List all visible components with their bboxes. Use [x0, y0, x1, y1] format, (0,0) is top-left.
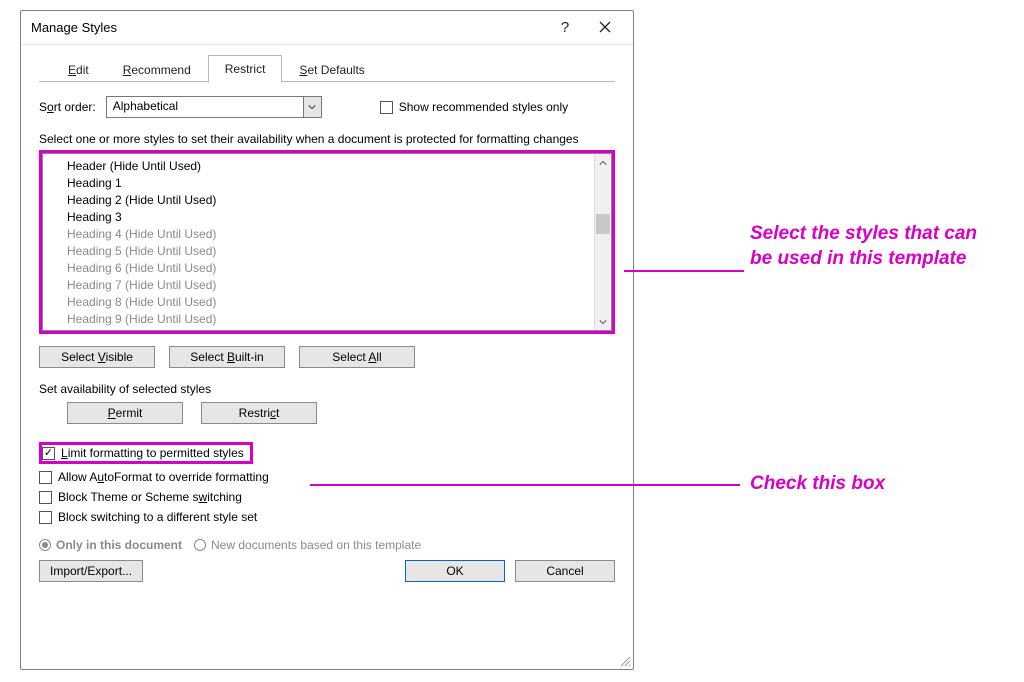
tab-strip: Edit Recommend Restrict Set Defaults — [21, 45, 633, 82]
permit-restrict-row: Permit Restrict — [39, 402, 615, 424]
protect-description: Select one or more styles to set their a… — [39, 132, 615, 146]
ok-button[interactable]: OK — [405, 560, 505, 582]
only-this-document-label: Only in this document — [56, 538, 182, 552]
checkbox-checked-icon — [42, 447, 55, 460]
checkbox-icon — [380, 101, 393, 114]
styles-listbox-highlight: Header (Hide Until Used)Heading 1Heading… — [39, 150, 615, 334]
restrict-button[interactable]: Restrict — [201, 402, 317, 424]
chevron-down-icon[interactable] — [303, 97, 321, 117]
style-item[interactable]: Heading 8 (Hide Until Used) — [67, 294, 611, 311]
block-styleset-checkbox[interactable]: Block switching to a different style set — [39, 510, 615, 524]
style-item[interactable]: Heading 2 (Hide Until Used) — [67, 192, 611, 209]
style-item[interactable]: Heading 7 (Hide Until Used) — [67, 277, 611, 294]
close-button[interactable] — [585, 16, 625, 40]
scrollbar[interactable] — [594, 154, 611, 330]
show-recommended-checkbox[interactable]: Show recommended styles only — [380, 100, 568, 114]
manage-styles-dialog: Manage Styles ? Edit Recommend Restrict … — [20, 10, 634, 670]
set-availability-label: Set availability of selected styles — [39, 382, 615, 396]
limit-formatting-label: Limit formatting to permitted styles — [61, 446, 244, 460]
resize-grip[interactable] — [617, 653, 631, 667]
scope-radio-group: Only in this document New documents base… — [39, 538, 615, 552]
checkbox-icon — [39, 491, 52, 504]
restriction-checkboxes: Limit formatting to permitted styles All… — [39, 442, 615, 524]
annotation-connector-1 — [624, 270, 744, 272]
new-documents-label: New documents based on this template — [211, 538, 421, 552]
only-this-document-radio[interactable]: Only in this document — [39, 538, 182, 552]
sort-order-value: Alphabetical — [107, 97, 303, 117]
style-item[interactable]: Header (Hide Until Used) — [67, 158, 611, 175]
styles-listbox[interactable]: Header (Hide Until Used)Heading 1Heading… — [42, 153, 612, 331]
sort-order-combo[interactable]: Alphabetical — [106, 96, 322, 118]
allow-autoformat-checkbox[interactable]: Allow AutoFormat to override formatting — [39, 470, 615, 484]
select-all-button[interactable]: Select All — [299, 346, 415, 368]
sort-row: Sort order: Alphabetical Show recommende… — [39, 96, 615, 118]
checkbox-icon — [39, 471, 52, 484]
block-theme-checkbox[interactable]: Block Theme or Scheme switching — [39, 490, 615, 504]
permit-button[interactable]: Permit — [67, 402, 183, 424]
annotation-connector-2 — [310, 484, 740, 486]
scroll-thumb[interactable] — [596, 214, 610, 234]
block-theme-label: Block Theme or Scheme switching — [58, 490, 242, 504]
new-documents-radio[interactable]: New documents based on this template — [194, 538, 421, 552]
block-styleset-label: Block switching to a different style set — [58, 510, 257, 524]
help-button[interactable]: ? — [545, 15, 585, 40]
style-item[interactable]: Heading 5 (Hide Until Used) — [67, 243, 611, 260]
checkbox-icon — [39, 511, 52, 524]
close-icon — [599, 21, 611, 33]
tab-set-defaults[interactable]: Set Defaults — [282, 56, 381, 83]
show-recommended-label: Show recommended styles only — [399, 100, 568, 114]
radio-icon — [194, 539, 206, 551]
select-buttons-row: Select Visible Select Built-in Select Al… — [39, 346, 615, 368]
dialog-title: Manage Styles — [31, 20, 545, 35]
tab-recommend[interactable]: Recommend — [106, 56, 208, 83]
style-item[interactable]: Heading 4 (Hide Until Used) — [67, 226, 611, 243]
limit-formatting-highlight: Limit formatting to permitted styles — [39, 442, 253, 464]
tab-content: Sort order: Alphabetical Show recommende… — [21, 82, 633, 669]
cancel-button[interactable]: Cancel — [515, 560, 615, 582]
style-item[interactable]: Heading 1 — [67, 175, 611, 192]
scroll-up-icon[interactable] — [595, 154, 611, 171]
import-export-button[interactable]: Import/Export... — [39, 560, 143, 582]
radio-selected-icon — [39, 539, 51, 551]
style-item[interactable]: Heading 3 — [67, 209, 611, 226]
sort-order-label: Sort order: — [39, 100, 96, 114]
tab-restrict[interactable]: Restrict — [208, 55, 283, 83]
style-item[interactable]: Heading 6 (Hide Until Used) — [67, 260, 611, 277]
annotation-checkbox: Check this box — [750, 472, 885, 497]
annotation-styles: Select the styles that can be used in th… — [750, 222, 1000, 271]
tab-edit[interactable]: Edit — [51, 56, 106, 83]
select-builtin-button[interactable]: Select Built-in — [169, 346, 285, 368]
limit-formatting-checkbox[interactable]: Limit formatting to permitted styles — [42, 446, 244, 460]
style-item[interactable]: Heading 9 (Hide Until Used) — [67, 311, 611, 328]
select-visible-button[interactable]: Select Visible — [39, 346, 155, 368]
scroll-down-icon[interactable] — [595, 313, 611, 330]
dialog-footer: Import/Export... OK Cancel — [39, 560, 615, 582]
titlebar: Manage Styles ? — [21, 11, 633, 45]
allow-autoformat-label: Allow AutoFormat to override formatting — [58, 470, 269, 484]
